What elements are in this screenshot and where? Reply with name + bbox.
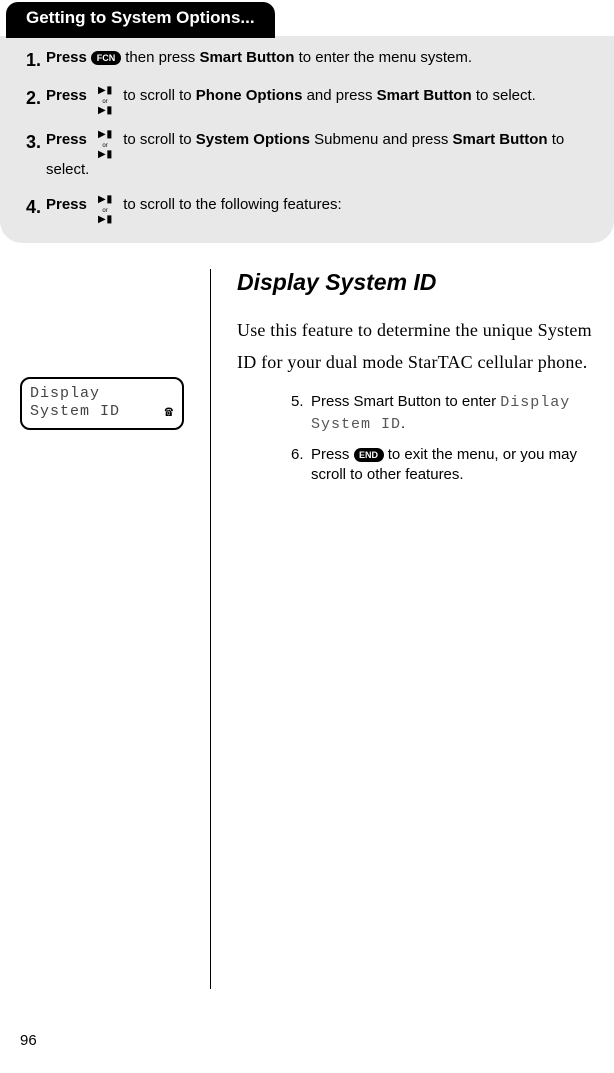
step-text: to scroll to the following features: [123,196,341,213]
step-body: Press ▶▮ or ▶▮ to scroll to the followin… [46,195,588,225]
section-tab: Getting to System Options... [6,2,275,38]
step-body: Press ▶▮ or ▶▮ to scroll to Phone Option… [46,86,588,116]
step-text: then press [125,49,199,66]
sub-step-text: Press Smart Button to enter [311,393,500,410]
scroll-icon: ▶▮ or ▶▮ [95,195,115,225]
step-2: 2. Press ▶▮ or ▶▮ to scroll to Phone Opt… [26,86,588,116]
sub-step-body: Press Smart Button to enter Display Syst… [311,392,570,435]
step-bold: System Options [196,131,310,148]
step-1: 1. Press FCN then press Smart Button to … [26,48,588,72]
page-number: 96 [20,1032,37,1049]
step-number: 1. [26,48,46,72]
section-title: Display System ID [237,269,614,296]
step-text: to select. [476,87,536,104]
period: . [401,415,405,432]
content-area: Display System ID ☎ Display System ID Us… [0,269,614,989]
steps-box: 1. Press FCN then press Smart Button to … [0,36,614,243]
step-bold: Smart Button [453,131,548,148]
right-column: Display System ID Use this feature to de… [210,269,614,989]
lcd-line: Display [30,385,174,404]
press-label: Press [46,87,87,104]
step-number: 4. [26,195,46,219]
lcd-inline: Display [500,394,570,411]
press-label: Press [46,131,87,148]
sub-step-text: Press [311,446,354,463]
press-label: Press [46,49,87,66]
intro-text: Use this feature to determine the unique… [237,314,614,379]
phone-icon: ☎ [165,405,174,423]
lcd-inline: System ID [311,416,401,433]
sub-step-number: 6. [291,445,311,486]
step-number: 2. [26,86,46,110]
lcd-line: System ID [30,403,174,422]
step-body: Press FCN then press Smart Button to ent… [46,48,588,68]
scroll-icon: ▶▮ or ▶▮ [95,130,115,160]
step-body: Press ▶▮ or ▶▮ to scroll to System Optio… [46,130,588,180]
press-label: Press [46,196,87,213]
lcd-display: Display System ID ☎ [20,377,184,431]
step-bold: Smart Button [199,49,294,66]
sub-step-number: 5. [291,392,311,435]
step-text: Submenu and press [314,131,452,148]
step-bold: Smart Button [377,87,472,104]
scroll-icon: ▶▮ or ▶▮ [95,86,115,116]
step-bold: Phone Options [196,87,303,104]
sub-step-body: Press END to exit the menu, or you may s… [311,445,614,486]
fcn-key-icon: FCN [91,51,121,65]
step-text: to enter the menu system. [299,49,472,66]
end-key-icon: END [354,448,384,462]
step-3: 3. Press ▶▮ or ▶▮ to scroll to System Op… [26,130,588,180]
sub-step-5: 5. Press Smart Button to enter Display S… [291,392,614,435]
step-text: and press [307,87,377,104]
sub-step-6: 6. Press END to exit the menu, or you ma… [291,445,614,486]
step-number: 3. [26,130,46,154]
step-text: to scroll to [123,131,196,148]
left-column: Display System ID ☎ [0,269,210,989]
step-4: 4. Press ▶▮ or ▶▮ to scroll to the follo… [26,195,588,225]
sub-steps: 5. Press Smart Button to enter Display S… [291,392,614,485]
step-text: to scroll to [123,87,196,104]
